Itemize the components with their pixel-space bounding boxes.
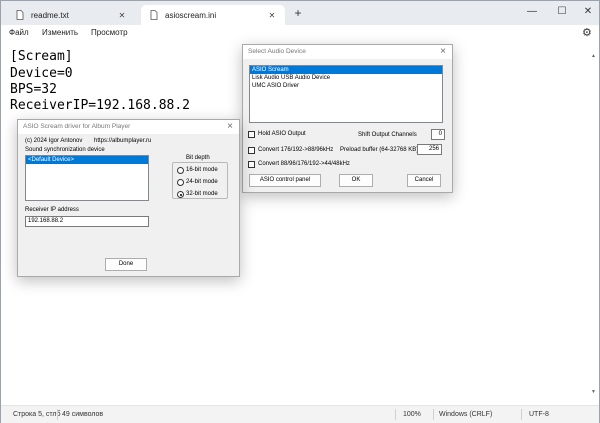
maximize-button[interactable]: ☐ [551,3,573,21]
bit-depth-label: Bit depth [186,155,210,161]
bit-32-label: 32-bit mode [186,191,218,197]
vertical-scrollbar[interactable]: ▲ ▼ [591,53,597,401]
select-audio-device-dialog: Select Audio Device × ASIO Scream Lisk A… [242,44,453,193]
divider [433,409,434,420]
bit-24-label: 24-bit mode [186,179,218,185]
convert-192-label: Convert 176/192->88/96kHz [258,147,334,153]
tab-readme[interactable]: readme.txt ✕ [7,5,135,25]
receiver-ip-input[interactable]: 192.168.88.2 [25,216,149,227]
preload-buffer-input[interactable]: 256 [417,144,442,155]
editor-line: [Scream] [10,49,73,64]
hold-output-checkbox[interactable] [248,131,255,138]
convert-48-label: Convert 88/96/176/192->44/48kHz [258,161,350,167]
cancel-button[interactable]: Cancel [407,174,441,187]
close-icon[interactable]: × [227,121,233,132]
divider [395,409,396,420]
shift-channels-input[interactable]: 0 [431,129,445,140]
encoding[interactable]: UTF-8 [529,411,549,418]
receiver-ip-label: Receiver IP address [25,207,79,213]
editor-line: Device=0 [10,66,73,81]
tab-label: asioscream.ini [165,10,217,20]
gear-icon[interactable]: ⚙ [582,26,592,39]
list-item[interactable]: Lisk Audio USB Audio Device [250,74,442,82]
bit-16-radio[interactable] [177,167,184,174]
list-item[interactable]: UMC ASIO Driver [250,82,442,90]
close-icon[interactable]: × [440,46,446,57]
menu-edit[interactable]: Изменить [42,28,78,37]
file-icon [15,10,25,21]
sync-device-list[interactable]: <Default Device> [25,155,149,201]
editor-line: ReceiverIP=192.168.88.2 [10,98,191,113]
done-button[interactable]: Done [105,258,147,271]
ok-button[interactable]: OK [339,174,373,187]
bit-16-label: 16-bit mode [186,167,218,173]
copyright-text: (c) 2024 Igor Antonov [25,138,83,144]
dialog-titlebar: Select Audio Device × [243,45,452,59]
minimize-button[interactable]: — [521,3,543,21]
file-icon [149,10,159,21]
list-item[interactable]: ASIO Scream [250,66,442,74]
zoom-level[interactable]: 100% [403,411,421,418]
dialog-title: ASIO Scream driver for Album Player [23,123,131,130]
website-link[interactable]: https://albumplayer.ru [94,138,151,144]
close-button[interactable]: ✕ [577,3,599,21]
asio-scream-driver-dialog: ASIO Scream driver for Album Player × (c… [17,119,240,277]
menu-bar: Файл Изменить Просмотр ⚙ [1,25,599,41]
new-tab-button[interactable]: + [292,6,304,20]
editor-line: BPS=32 [10,82,57,97]
bit-32-radio[interactable] [177,191,184,198]
asio-control-panel-button[interactable]: ASIO control panel [249,174,321,187]
scroll-up-icon[interactable]: ▲ [591,53,596,59]
convert-192-checkbox[interactable] [248,147,255,154]
shift-channels-label: Shift Output Channels [358,132,417,138]
preload-buffer-label: Preload buffer (64-32768 KB) [340,147,419,153]
divider [57,409,58,420]
convert-48-checkbox[interactable] [248,161,255,168]
status-bar: Строка 5, стлб 49 символов 100% Windows … [1,405,599,423]
bit-24-radio[interactable] [177,179,184,186]
scroll-down-icon[interactable]: ▼ [591,389,596,395]
menu-view[interactable]: Просмотр [91,28,128,37]
sync-device-label: Sound synchronization device [25,147,105,153]
tab-label: readme.txt [31,10,69,20]
hold-output-label: Hold ASIO Output [258,131,306,137]
character-count: 49 символов [62,411,104,418]
device-list[interactable]: ASIO Scream Lisk Audio USB Audio Device … [249,65,443,123]
dialog-titlebar: ASIO Scream driver for Album Player × [18,120,239,134]
close-tab-icon[interactable]: ✕ [265,11,279,20]
list-item[interactable]: <Default Device> [26,156,148,164]
line-endings[interactable]: Windows (CRLF) [439,411,492,418]
menu-file[interactable]: Файл [9,28,29,37]
close-tab-icon[interactable]: ✕ [115,11,129,20]
tab-asioscream[interactable]: asioscream.ini ✕ [141,5,285,25]
divider [521,409,522,420]
cursor-position: Строка 5, стлб [13,411,61,418]
dialog-title: Select Audio Device [248,48,306,55]
tab-bar: readme.txt ✕ asioscream.ini ✕ + — ☐ ✕ [1,1,599,25]
